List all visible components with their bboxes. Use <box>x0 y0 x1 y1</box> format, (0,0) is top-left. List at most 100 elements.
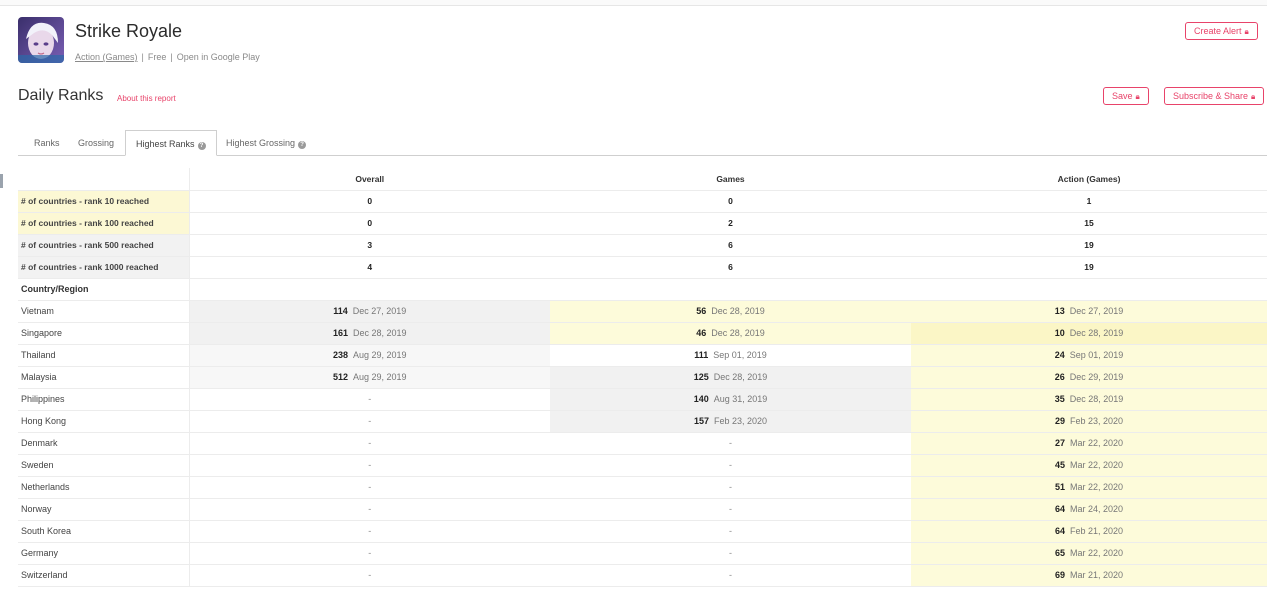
rank-value: 26 <box>1054 372 1065 382</box>
summary-label: # of countries - rank 1000 reached <box>18 256 190 279</box>
rank-date: Dec 28, 2019 <box>1069 394 1124 404</box>
tab-grossing[interactable]: Grossing <box>78 130 114 156</box>
app-icon[interactable] <box>18 17 64 63</box>
country-name: Netherlands <box>18 476 190 499</box>
rank-date: Aug 29, 2019 <box>352 350 407 360</box>
column-header-games: Games <box>550 168 911 191</box>
country-name: Philippines <box>18 388 190 411</box>
rank-cell-games: - <box>550 498 911 521</box>
page-title: Daily Ranks <box>18 87 104 104</box>
rank-value: 111 <box>694 350 709 360</box>
summary-value: 0 <box>550 190 911 213</box>
rank-date: Mar 21, 2020 <box>1069 570 1124 580</box>
rank-value: - <box>729 526 732 536</box>
summary-value: 0 <box>189 190 550 213</box>
rank-cell-action: 24 Sep 01, 2019 <box>911 344 1267 367</box>
about-report-link[interactable]: About this report <box>117 94 176 103</box>
country-name: Hong Kong <box>18 410 190 433</box>
country-name: Malaysia <box>18 366 190 389</box>
table-header-row: Overall Games Action (Games) <box>18 168 1267 191</box>
rank-value: 29 <box>1054 416 1065 426</box>
rank-cell-overall: 512 Aug 29, 2019 <box>189 366 550 389</box>
rank-value: - <box>368 482 372 492</box>
country-header-row: Country/Region <box>18 278 1267 301</box>
table-row: Philippines - 140 Aug 31, 2019 35 Dec 28, 201… <box>18 388 1267 411</box>
google-play-link[interactable]: Open in Google Play <box>177 52 260 62</box>
rank-date: Dec 28, 2019 <box>711 306 765 316</box>
summary-label: # of countries - rank 100 reached <box>18 212 190 235</box>
table-row: Hong Kong - 157 Feb 23, 2020 29 Feb 23, 2020 <box>18 410 1267 433</box>
rank-cell-action: 27 Mar 22, 2020 <box>911 432 1267 455</box>
rank-date: Mar 22, 2020 <box>1069 482 1124 492</box>
table-row: Thailand 238 Aug 29, 2019 111 Sep 01, 2019 24… <box>18 344 1267 367</box>
app-meta: Action (Games) | Free | Open in Google Play <box>75 52 260 62</box>
rank-cell-overall: 114 Dec 27, 2019 <box>189 300 550 323</box>
rank-value: - <box>729 570 732 580</box>
rank-cell-action: 51 Mar 22, 2020 <box>911 476 1267 499</box>
country-name: Sweden <box>18 454 190 477</box>
rank-date: Sep 01, 2019 <box>1069 350 1124 360</box>
rank-value: - <box>368 548 372 558</box>
country-name: Norway <box>18 498 190 521</box>
rank-cell-games: - <box>550 520 911 543</box>
summary-value: 15 <box>911 212 1267 235</box>
rank-value: 45 <box>1054 460 1065 470</box>
subscribe-share-button[interactable]: Subscribe & Share 🔒︎ <box>1164 87 1265 105</box>
app-header: Strike Royale Action (Games) | Free | Open i… <box>18 17 260 65</box>
rank-cell-overall: - <box>189 432 550 455</box>
rank-cell-action: 45 Mar 22, 2020 <box>911 454 1267 477</box>
lock-icon: 🔒︎ <box>1135 92 1140 101</box>
rank-date: Feb 23, 2020 <box>1069 416 1124 426</box>
rank-date: Mar 24, 2020 <box>1069 504 1124 514</box>
rank-cell-action: 26 Dec 29, 2019 <box>911 366 1267 389</box>
rank-cell-games: 157 Feb 23, 2020 <box>550 410 911 433</box>
table-row: Switzerland - - 69 Mar 21, 2020 <box>18 564 1267 587</box>
table-row: Singapore 161 Dec 28, 2019 46 Dec 28, 2019 10… <box>18 322 1267 345</box>
category-link[interactable]: Action (Games) <box>75 52 138 62</box>
summary-value: 19 <box>911 256 1267 279</box>
lock-icon: 🔒︎ <box>1244 27 1249 36</box>
side-handle[interactable] <box>0 174 3 188</box>
rank-value: - <box>368 416 372 426</box>
rank-value: 24 <box>1054 350 1065 360</box>
header-spacer <box>18 168 190 191</box>
rank-value: 114 <box>333 306 348 316</box>
table-row: Vietnam 114 Dec 27, 2019 56 Dec 28, 2019 13 De… <box>18 300 1267 323</box>
rank-cell-overall: 238 Aug 29, 2019 <box>189 344 550 367</box>
rank-date: Dec 29, 2019 <box>1069 372 1124 382</box>
create-alert-button[interactable]: Create Alert 🔒︎ <box>1185 22 1258 40</box>
rank-date: Feb 21, 2020 <box>1069 526 1124 536</box>
app-title: Strike Royale <box>75 21 183 41</box>
rank-cell-action: 64 Mar 24, 2020 <box>911 498 1267 521</box>
rank-cell-action: 65 Mar 22, 2020 <box>911 542 1267 565</box>
rank-cell-games: 46 Dec 28, 2019 <box>550 322 911 345</box>
summary-row: # of countries - rank 1000 reached 4 6 1… <box>18 256 1267 279</box>
rank-value: - <box>729 460 732 470</box>
rank-value: 512 <box>332 372 348 382</box>
price-label: Free <box>147 52 167 62</box>
rank-value: 35 <box>1054 394 1065 404</box>
rank-value: - <box>368 570 372 580</box>
rank-cell-action: 35 Dec 28, 2019 <box>911 388 1267 411</box>
rank-cell-games: 56 Dec 28, 2019 <box>550 300 911 323</box>
rank-cell-overall: 161 Dec 28, 2019 <box>189 322 550 345</box>
summary-row: # of countries - rank 100 reached 0 2 15 <box>18 212 1267 235</box>
rank-cell-games: - <box>550 564 911 587</box>
summary-value: 19 <box>911 234 1267 257</box>
tab-ranks[interactable]: Ranks <box>34 130 60 156</box>
rank-value: - <box>729 504 732 514</box>
rank-date: Dec 28, 2019 <box>711 328 765 338</box>
rank-cell-action: 69 Mar 21, 2020 <box>911 564 1267 587</box>
rank-value: 27 <box>1054 438 1065 448</box>
save-button[interactable]: Save 🔒︎ <box>1103 87 1149 105</box>
rank-date: Dec 28, 2019 <box>352 328 407 338</box>
rank-cell-games: - <box>550 542 911 565</box>
rank-date: Dec 28, 2019 <box>1069 328 1124 338</box>
summary-label: # of countries - rank 500 reached <box>18 234 190 257</box>
tab-highest-ranks[interactable]: Highest Ranks? <box>125 130 217 156</box>
rank-cell-overall: - <box>189 388 550 411</box>
tab-highest-grossing[interactable]: Highest Grossing? <box>226 130 307 156</box>
rank-date: Aug 31, 2019 <box>713 394 768 404</box>
rank-date: Dec 27, 2019 <box>1069 306 1124 316</box>
lock-icon: 🔒︎ <box>1251 92 1256 101</box>
